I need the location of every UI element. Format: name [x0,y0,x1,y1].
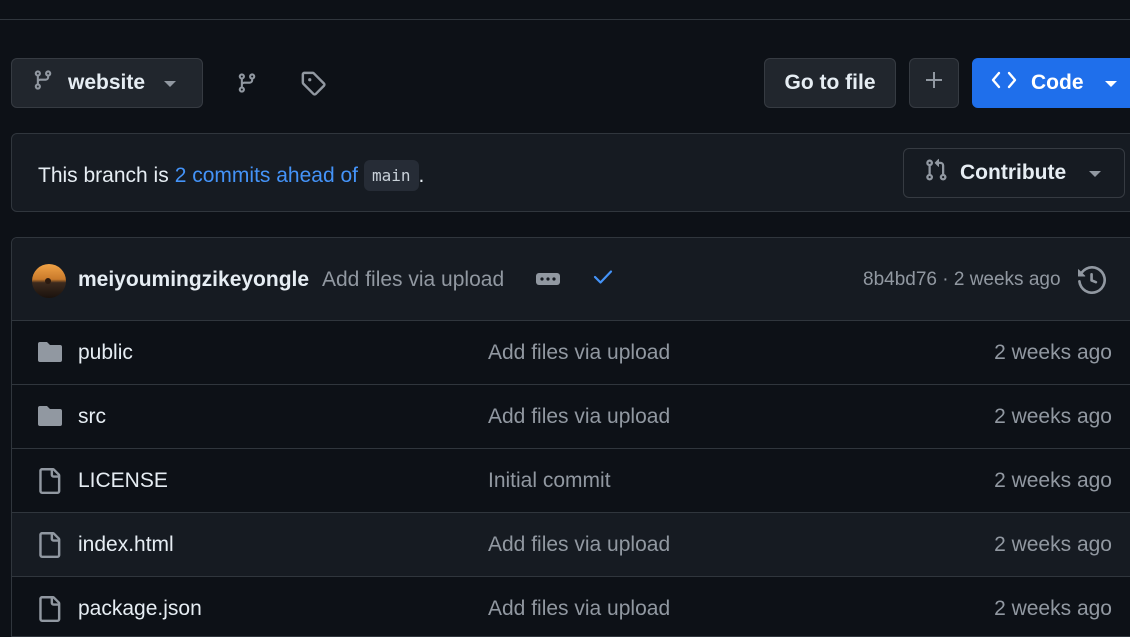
table-row[interactable]: src Add files via upload 2 weeks ago [12,385,1130,449]
commits-ahead-link[interactable]: 2 commits ahead of [175,164,358,188]
caret-down-icon [1088,161,1102,185]
commit-author-link[interactable]: meiyoumingzikeyongle [78,268,309,292]
file-name-link[interactable]: src [78,405,106,429]
file-commit-time: 2 weeks ago [994,405,1112,428]
file-browser-table: meiyoumingzikeyongle Add files via uploa… [11,237,1130,637]
tag-icon[interactable] [293,63,333,103]
caret-down-icon [1104,71,1118,95]
branches-icon[interactable] [227,63,267,103]
folder-icon [36,404,64,433]
code-icon [991,70,1017,96]
file-commit-message[interactable]: Add files via upload [488,405,670,429]
file-commit-time: 2 weeks ago [994,469,1112,492]
branch-status-suffix: . [418,163,425,187]
branch-status-banner: This branch is 2 commits ahead of main .… [11,133,1130,212]
plus-icon [924,70,944,96]
branch-status-prefix: This branch is [38,163,169,187]
file-name-link[interactable]: index.html [78,533,174,557]
code-button-label: Code [1031,71,1084,94]
git-branch-icon [32,68,54,98]
table-row[interactable]: LICENSE Initial commit 2 weeks ago [12,449,1130,513]
avatar[interactable] [32,264,66,298]
file-commit-time: 2 weeks ago [994,341,1112,364]
latest-commit-row: meiyoumingzikeyongle Add files via uploa… [12,238,1130,321]
file-commit-time: 2 weeks ago [994,533,1112,556]
expand-commit-button[interactable] [532,268,564,290]
table-row[interactable]: index.html Add files via upload 2 weeks … [12,513,1130,577]
file-commit-message[interactable]: Initial commit [488,469,611,493]
table-row[interactable]: package.json Add files via upload 2 week… [12,577,1130,636]
file-name-link[interactable]: package.json [78,597,202,621]
branch-selector-button[interactable]: website [11,58,203,108]
ellipsis-icon [536,273,560,285]
branch-name: website [68,71,146,94]
repo-toolbar: website Go to file Code [0,0,1130,120]
file-icon [36,468,62,499]
add-file-button[interactable] [909,58,959,108]
folder-icon [36,340,64,369]
pull-request-icon [924,158,948,188]
table-row[interactable]: public Add files via upload 2 weeks ago [12,321,1130,385]
file-commit-message[interactable]: Add files via upload [488,341,670,365]
contribute-label: Contribute [960,161,1067,184]
commit-sha-time[interactable]: 8b4bd76 · 2 weeks ago [863,269,1061,291]
file-commit-message[interactable]: Add files via upload [488,597,670,621]
base-branch-pill: main [363,160,419,191]
contribute-button[interactable]: Contribute [903,148,1125,198]
file-commit-time: 2 weeks ago [994,597,1112,620]
check-icon[interactable] [592,268,614,291]
code-button[interactable]: Code [972,58,1130,108]
go-to-file-button[interactable]: Go to file [764,58,896,108]
caret-down-icon [163,71,177,95]
branch-status-text: This branch is 2 commits ahead of main . [38,160,424,191]
file-icon [36,532,62,563]
file-name-link[interactable]: LICENSE [78,469,168,493]
commit-message-link[interactable]: Add files via upload [322,268,504,292]
file-commit-message[interactable]: Add files via upload [488,533,670,557]
file-name-link[interactable]: public [78,341,133,365]
history-icon[interactable] [1078,265,1107,299]
file-icon [36,596,62,627]
